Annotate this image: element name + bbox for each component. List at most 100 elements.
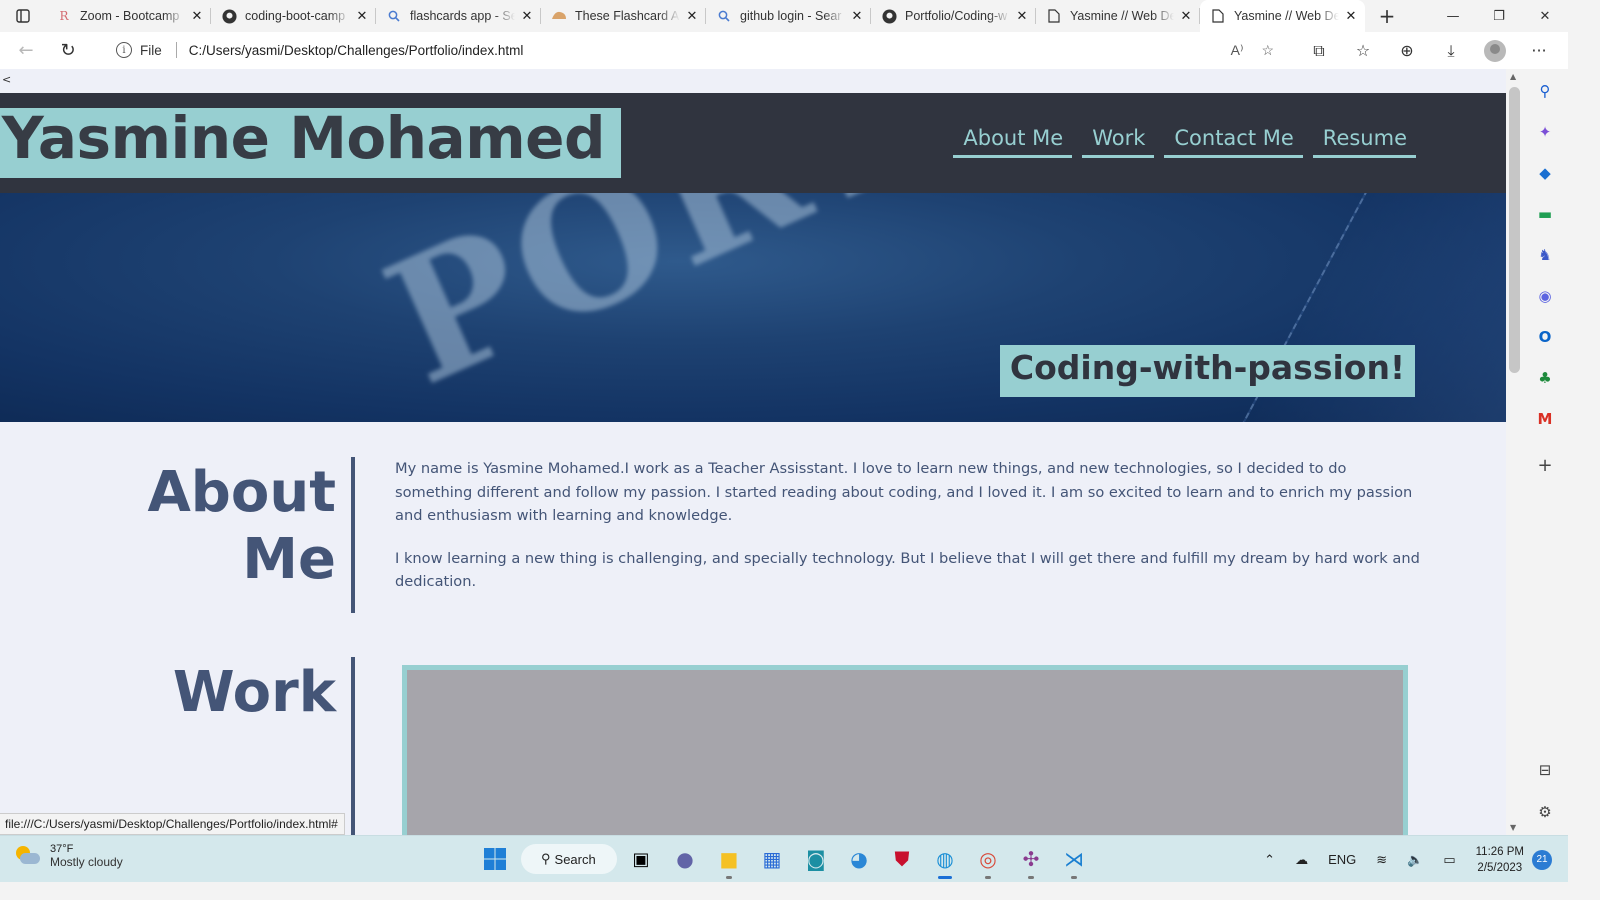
tab-label: Portfolio/Coding-w [905,9,1008,23]
gear-icon[interactable]: ⚙ [1534,801,1556,823]
cloud-icon[interactable]: ☁ [1295,852,1308,868]
nav-link-contact-me[interactable]: Contact Me [1164,126,1303,158]
app-launcher[interactable]: ◙ [803,846,829,872]
refresh-button[interactable]: ↻ [50,35,86,67]
slack-app[interactable]: ✣ [1018,846,1044,879]
chrome-app[interactable]: ◎ [975,846,1001,879]
volume-icon[interactable]: 🔈 [1407,852,1423,868]
system-tray: ⌃ ☁ ENG ≋ 🔈 ▭ 11:26 PM 2/5/2023 21 [1254,836,1552,883]
vscode-app[interactable]: ⋊ [1061,846,1087,879]
page-icon [1210,8,1226,24]
browser-tab[interactable]: flashcards app - Se ✕ [376,0,541,32]
tree-icon[interactable]: ♣ [1534,367,1556,389]
teams-app[interactable]: ● [672,846,698,872]
store-app[interactable]: ▦ [759,846,785,872]
add-icon[interactable]: + [1534,454,1556,476]
outlook-icon[interactable]: O [1534,326,1556,348]
browser-tab[interactable]: Yasmine // Web De ✕ [1036,0,1200,32]
browser-tab[interactable]: Portfolio/Coding-w ✕ [871,0,1036,32]
close-icon[interactable]: ✕ [189,8,205,24]
tab-label: Yasmine // Web De [1070,9,1174,23]
new-tab-button[interactable]: + [1371,0,1403,32]
navigation-bar: ← ↻ i File C:/Users/yasmi/Desktop/Challe… [0,32,1568,69]
about-paragraph: I know learning a new thing is challengi… [395,549,1420,591]
close-window-button[interactable]: ✕ [1522,0,1568,32]
clock[interactable]: 11:26 PM 2/5/2023 [1476,844,1524,876]
edge-sidebar: ⚲ ✦ ◆ ▬ ♞ ◉ O ♣ M + ⊟ ⚙ [1524,69,1568,835]
settings-more-button[interactable]: ··· [1520,35,1558,67]
downloads-button[interactable]: ⤓ [1432,35,1470,67]
folder-icon: ■ [719,847,739,871]
shield-icon: ⛊ [894,847,910,871]
site-title-box: Yasmine Mohamed [0,104,621,178]
search-icon[interactable]: ⚲ [1534,80,1556,102]
close-icon[interactable]: ✕ [1014,8,1030,24]
sidebar-toggle-icon[interactable]: ⊟ [1534,759,1556,781]
info-icon[interactable]: i [116,42,132,58]
close-icon[interactable]: ✕ [684,8,700,24]
search-icon [386,8,402,24]
battery-icon[interactable]: ▭ [1443,852,1455,868]
close-icon[interactable]: ✕ [849,8,865,24]
browser-tab-active[interactable]: Yasmine // Web De ✕ [1200,0,1365,32]
close-icon[interactable]: ✕ [519,8,535,24]
work-project-card[interactable] [402,665,1408,835]
scrollbar-thumb[interactable] [1509,87,1520,373]
collections-button[interactable]: ⊕ [1388,35,1426,67]
nav-link-about-me[interactable]: About Me [953,126,1073,158]
chevron-up-icon[interactable]: ⌃ [1264,852,1275,868]
browser-tab[interactable]: coding-boot-camp ✕ [211,0,376,32]
refresh-icon: ↻ [60,40,76,61]
weather-temperature: 37°F [50,843,74,855]
close-icon[interactable]: ✕ [1343,8,1359,24]
read-aloud-icon[interactable]: A⁾ [1231,42,1244,59]
tab-actions-button[interactable] [0,0,46,32]
tab-label: github login - Sear [740,9,842,23]
nav-link-work[interactable]: Work [1082,126,1155,158]
store-icon: ▦ [762,847,782,871]
url-text[interactable]: C:/Users/yasmi/Desktop/Challenges/Portfo… [189,43,524,58]
extensions-button[interactable]: ⧉ [1300,35,1338,67]
browser-tab[interactable]: R Zoom - Bootcamp ✕ [46,0,211,32]
restore-button[interactable]: ❐ [1476,0,1522,32]
profile-button[interactable] [1476,35,1514,67]
add-favorite-icon[interactable]: ☆ [1261,42,1274,59]
puzzle-icon: ⧉ [1313,40,1325,60]
favorites-button[interactable]: ☆ [1344,35,1382,67]
gmail-icon[interactable]: M [1534,408,1556,430]
close-icon[interactable]: ✕ [354,8,370,24]
file-explorer-app[interactable]: ■ [716,846,742,879]
more-icon: ··· [1531,41,1547,60]
browser-tab[interactable]: These Flashcard Ap ✕ [541,0,706,32]
language-indicator[interactable]: ENG [1328,852,1356,867]
nav-link-resume[interactable]: Resume [1312,126,1416,158]
wifi-icon[interactable]: ≋ [1376,852,1387,868]
browser-tab[interactable]: github login - Sear ✕ [706,0,871,32]
assistant-app[interactable]: ◕ [846,846,872,872]
site-icon [551,8,567,24]
scroll-up-icon[interactable]: ▲ [1510,72,1516,81]
shopping-icon[interactable]: ◆ [1534,162,1556,184]
address-divider [175,42,177,58]
taskbar-search[interactable]: ⚲ Search [521,844,617,874]
mcafee-app[interactable]: ⛊ [889,846,915,872]
weather-widget[interactable]: 37°F Mostly cloudy [14,843,123,869]
back-button[interactable]: ← [8,35,44,67]
copilot-icon[interactable]: ✦ [1534,121,1556,143]
close-icon[interactable]: ✕ [1178,8,1194,24]
page-scrollbar[interactable]: ▲ ▼ [1506,69,1524,835]
task-view-button[interactable]: ▣ [628,846,654,872]
notification-badge[interactable]: 21 [1532,849,1552,870]
clock-date: 2/5/2023 [1477,861,1523,874]
address-bar-actions: A⁾ ☆ [1231,42,1274,59]
scroll-down-icon[interactable]: ▼ [1510,823,1516,832]
edge-app[interactable]: ◍ [932,846,958,879]
office-icon[interactable]: ◉ [1534,285,1556,307]
close-icon: ✕ [1539,8,1551,24]
address-bar[interactable]: i File C:/Users/yasmi/Desktop/Challenges… [98,34,1288,66]
minimize-button[interactable]: — [1430,0,1476,32]
games-icon[interactable]: ♞ [1534,244,1556,266]
about-paragraph: My name is Yasmine Mohamed.I work as a T… [395,460,1413,524]
tools-icon[interactable]: ▬ [1534,203,1556,225]
start-button[interactable] [482,846,508,872]
